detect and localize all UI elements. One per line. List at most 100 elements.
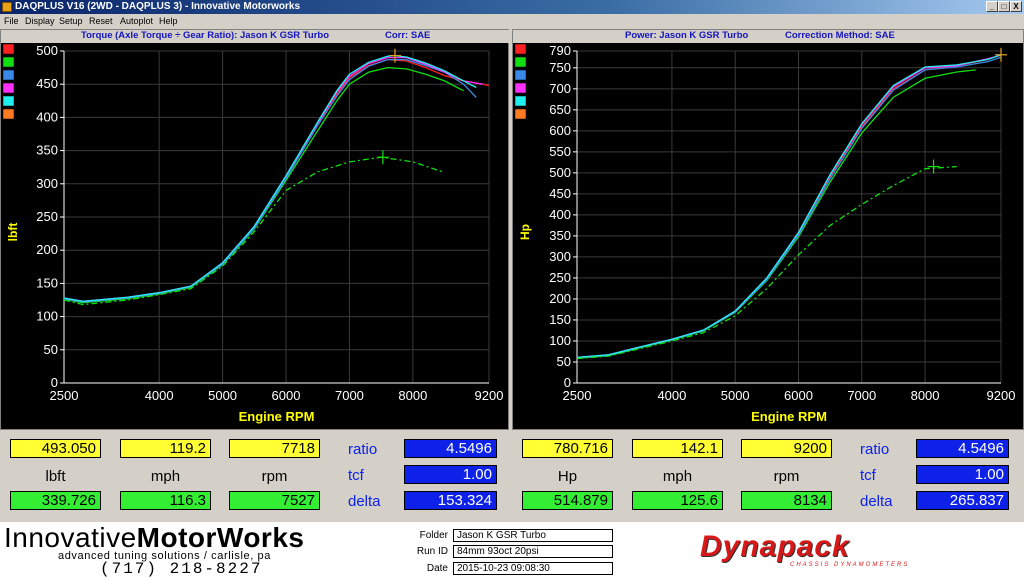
torque-peak-mph: 119.2 <box>120 439 211 458</box>
torque-peak-value: 493.050 <box>10 439 101 458</box>
logo-light-text: Innovative <box>4 522 137 553</box>
base-marker <box>927 159 940 174</box>
window-title: DAQPLUS V16 (2WD - DAQPLUS 3) - Innovati… <box>15 1 301 12</box>
y-tick-label: 200 <box>36 242 58 257</box>
power-tcf-value: 1.00 <box>916 465 1009 484</box>
legend-swatch[interactable] <box>514 108 527 120</box>
peak-marker <box>995 47 1007 62</box>
y-tick-label: 200 <box>549 291 571 306</box>
y-tick-label: 550 <box>549 144 571 159</box>
torque-chart-corr: Corr: SAE <box>385 30 431 41</box>
series-line <box>63 54 477 302</box>
menu-bar: File Display Setup Reset Autoplot Help <box>0 14 1024 28</box>
torque-tcf-label: tcf <box>348 467 364 484</box>
x-axis-label: Engine RPM <box>751 409 827 424</box>
series-line <box>63 58 490 303</box>
legend-swatch[interactable] <box>2 108 15 120</box>
y-tick-label: 100 <box>549 333 571 348</box>
power-peak-mph: 142.1 <box>632 439 723 458</box>
x-tick-label: 2500 <box>50 388 79 403</box>
dynapack-logo: Dynapack <box>700 530 850 563</box>
x-tick-label: 2500 <box>563 388 592 403</box>
y-tick-label: 50 <box>44 342 58 357</box>
legend-swatch[interactable] <box>2 69 15 81</box>
y-tick-label: 250 <box>36 209 58 224</box>
y-tick-label: 700 <box>549 81 571 96</box>
menu-display[interactable]: Display <box>25 14 55 28</box>
torque-ratio-value: 4.5496 <box>404 439 497 458</box>
torque-base-mph: 116.3 <box>120 491 211 510</box>
y-tick-label: 650 <box>549 102 571 117</box>
legend-swatch[interactable] <box>514 69 527 81</box>
logo-bold-text: MotorWorks <box>136 522 305 553</box>
legend-swatch[interactable] <box>514 43 527 55</box>
torque-tcf-value: 1.00 <box>404 465 497 484</box>
legend-swatch[interactable] <box>2 95 15 107</box>
y-axis-label: lbft <box>6 223 20 242</box>
x-tick-label: 5000 <box>721 388 750 403</box>
folder-value: Jason K GSR Turbo <box>453 529 613 542</box>
y-tick-label: 400 <box>549 207 571 222</box>
maximize-button[interactable]: □ <box>998 1 1010 12</box>
series-line <box>63 66 464 304</box>
power-delta-label: delta <box>860 493 893 510</box>
runid-label: Run ID <box>416 546 448 557</box>
power-ratio-label: ratio <box>860 441 890 458</box>
x-tick-label: 6000 <box>272 388 301 403</box>
power-unit-label: Hp <box>557 468 578 485</box>
x-tick-label: 9200 <box>475 388 504 403</box>
torque-delta-value: 153.324 <box>404 491 497 510</box>
date-value: 2015-10-23 09:08:30 <box>453 562 613 575</box>
series-line <box>576 56 1002 359</box>
y-axis-label: Hp <box>518 224 532 240</box>
legend-swatch[interactable] <box>2 43 15 55</box>
legend-swatch[interactable] <box>2 56 15 68</box>
power-readout: 780.716 142.1 9200 ratio 4.5496 Hp mph r… <box>512 432 1024 522</box>
series-line <box>63 156 445 306</box>
torque-delta-label: delta <box>348 493 381 510</box>
series-line <box>576 54 1002 359</box>
y-tick-label: 350 <box>549 228 571 243</box>
legend-swatch[interactable] <box>514 82 527 94</box>
legend-swatch[interactable] <box>2 82 15 94</box>
x-tick-label: 7000 <box>847 388 876 403</box>
power-base-mph: 125.6 <box>632 491 723 510</box>
series-line <box>63 56 483 302</box>
menu-reset[interactable]: Reset <box>89 14 113 28</box>
x-tick-label: 6000 <box>784 388 813 403</box>
power-chart-corr: Correction Method: SAE <box>785 30 895 41</box>
torque-base-value: 339.726 <box>10 491 101 510</box>
menu-help[interactable]: Help <box>159 14 178 28</box>
y-tick-label: 450 <box>36 76 58 91</box>
torque-unit-label: lbft <box>45 468 66 485</box>
y-tick-label: 500 <box>36 43 58 58</box>
series-line <box>576 69 976 359</box>
power-peak-value: 780.716 <box>522 439 613 458</box>
torque-chart-panel: Torque (Axle Torque ÷ Gear Ratio): Jason… <box>0 29 510 430</box>
menu-autoplot[interactable]: Autoplot <box>120 14 153 28</box>
y-tick-label: 500 <box>549 165 571 180</box>
x-tick-label: 4000 <box>657 388 686 403</box>
torque-peak-rpm: 7718 <box>229 439 320 458</box>
x-tick-label: 4000 <box>145 388 174 403</box>
legend-swatch[interactable] <box>514 95 527 107</box>
minimize-button[interactable]: _ <box>986 1 998 12</box>
power-chart-panel: Power: Jason K GSR Turbo Correction Meth… <box>512 29 1024 430</box>
power-delta-value: 265.837 <box>916 491 1009 510</box>
power-ratio-value: 4.5496 <box>916 439 1009 458</box>
power-rpm-label: rpm <box>773 468 800 485</box>
torque-rpm-label: rpm <box>261 468 288 485</box>
menu-file[interactable]: File <box>4 14 19 28</box>
legend-swatch[interactable] <box>514 56 527 68</box>
menu-setup[interactable]: Setup <box>59 14 83 28</box>
power-chart: 0501001502002503003504004505005506006507… <box>514 43 1015 424</box>
close-button[interactable]: X <box>1010 1 1022 12</box>
torque-base-rpm: 7527 <box>229 491 320 510</box>
app-icon <box>2 2 12 12</box>
series-line <box>63 58 477 303</box>
x-tick-label: 5000 <box>208 388 237 403</box>
power-chart-title: Power: Jason K GSR Turbo <box>625 30 749 41</box>
y-tick-label: 150 <box>549 312 571 327</box>
footer: InnovativeMotorWorks advanced tuning sol… <box>0 522 1024 578</box>
torque-ratio-label: ratio <box>348 441 378 458</box>
